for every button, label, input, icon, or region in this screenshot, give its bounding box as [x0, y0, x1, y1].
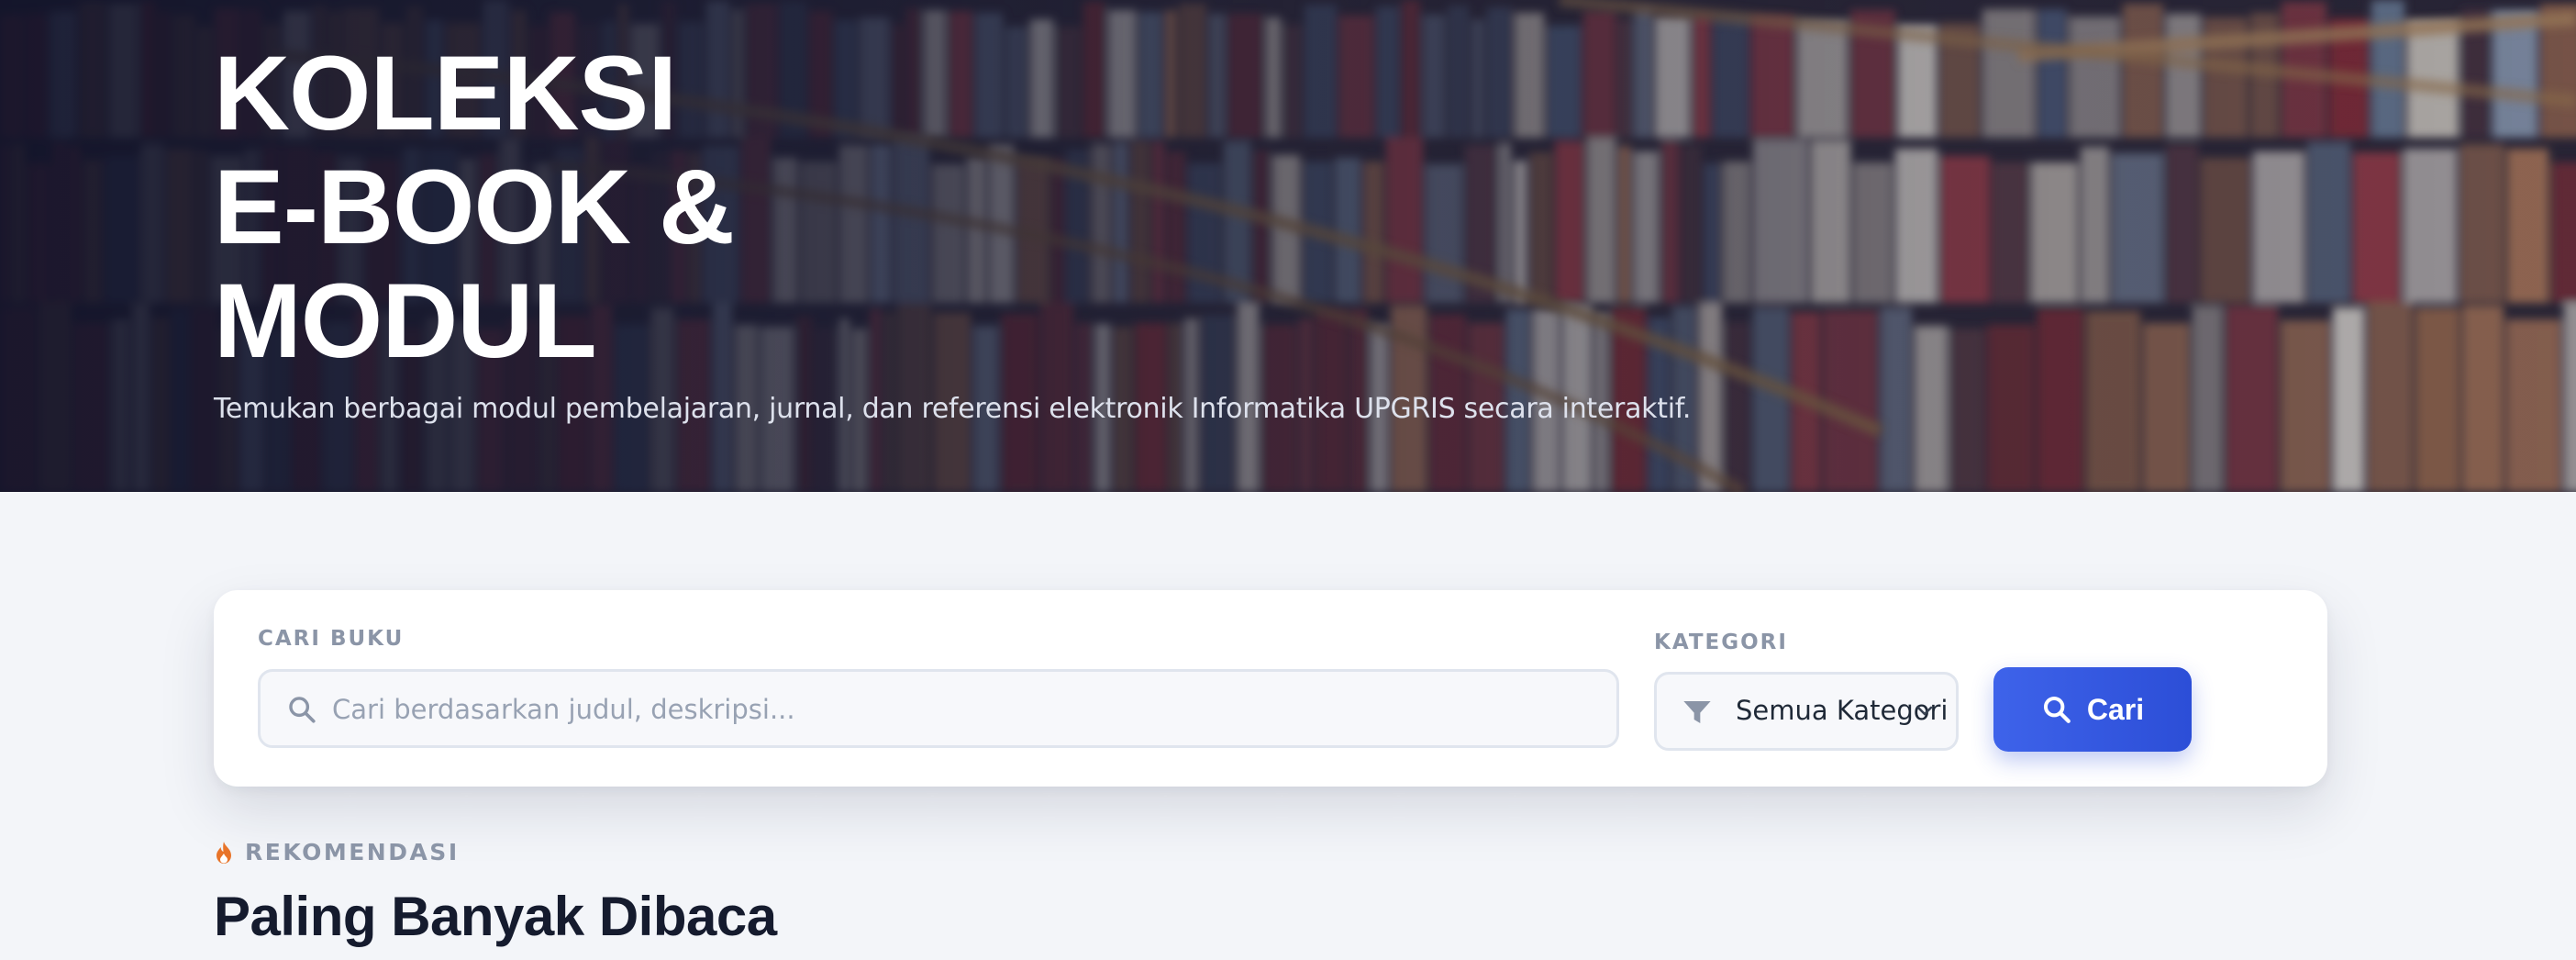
search-icon — [289, 697, 316, 723]
search-card: CARI BUKU KATEGORI Semua Kategori Cari — [214, 590, 2327, 787]
hero-banner: KOLEKSI E-BOOK & MODUL Temukan berbagai … — [0, 0, 2576, 492]
search-input[interactable] — [330, 672, 1600, 747]
filter-icon — [1683, 701, 1711, 723]
search-button-label: Cari — [2086, 692, 2145, 726]
search-button[interactable]: Cari — [1993, 667, 2192, 752]
title-line-2: E-BOOK & — [214, 149, 735, 266]
title-line-1: KOLEKSI — [214, 35, 677, 152]
search-label: CARI BUKU — [258, 627, 405, 651]
section-badge-label: REKOMENDASI — [245, 839, 460, 865]
hero-subtitle: Temukan berbagai modul pembelajaran, jur… — [214, 393, 1692, 425]
search-field[interactable] — [258, 669, 1619, 748]
chevron-down-icon — [1916, 706, 1933, 716]
fire-icon — [217, 841, 231, 864]
search-icon — [2043, 696, 2071, 723]
section-title: Paling Banyak Dibaca — [214, 886, 777, 947]
title-line-3: MODUL — [214, 262, 597, 380]
category-select[interactable]: Semua Kategori — [1654, 672, 1959, 751]
section-badge: REKOMENDASI — [214, 839, 460, 865]
category-label: KATEGORI — [1654, 631, 1788, 654]
page-title: KOLEKSI E-BOOK & MODUL — [214, 35, 735, 380]
